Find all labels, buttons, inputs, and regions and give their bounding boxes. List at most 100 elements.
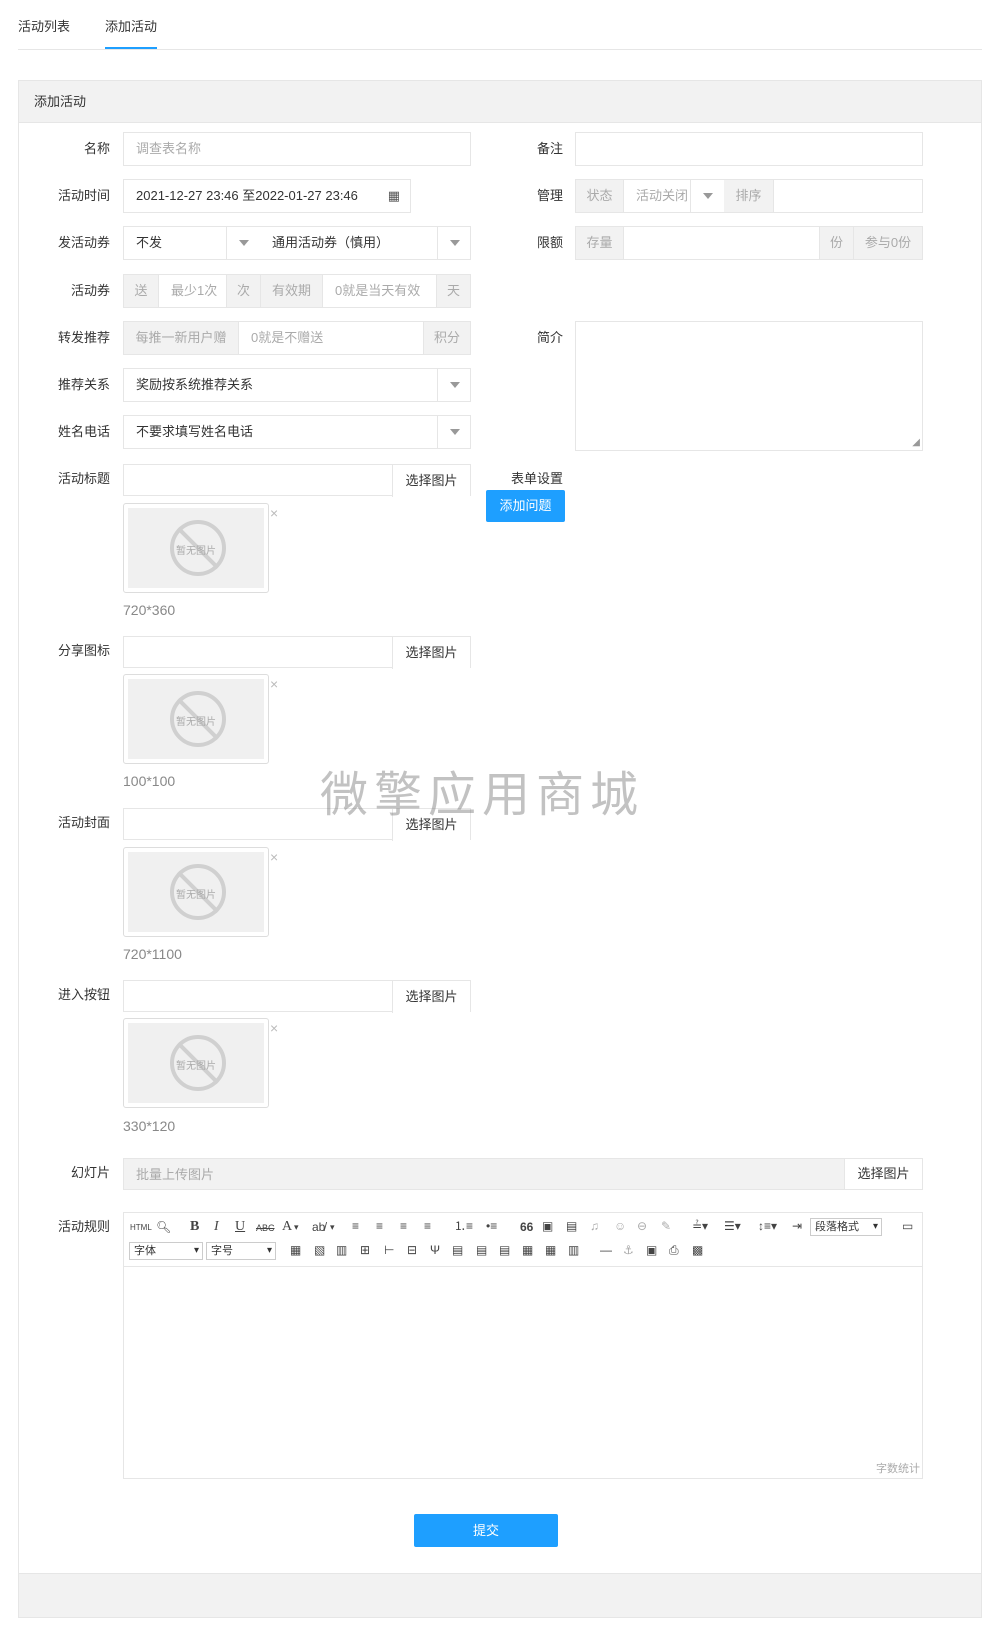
slides-input[interactable]: 批量上传图片 选择图片 (123, 1158, 923, 1190)
name-input[interactable]: 调查表名称 (123, 132, 471, 166)
italic-button[interactable]: I (214, 1218, 219, 1236)
date-icon[interactable]: ▣ (646, 1241, 657, 1259)
fullscreen-icon[interactable]: ▭ (902, 1217, 913, 1235)
time-range-input[interactable]: 2021-12-27 23:46 至2022-01-27 23:46 ▦ (123, 179, 411, 213)
coupon-min-input[interactable]: 最少1次 (159, 275, 227, 307)
submit-button[interactable]: 提交 (414, 1514, 558, 1547)
enter-button-input[interactable]: 选择图片 (123, 980, 471, 1013)
table-title-icon[interactable]: ▥ (336, 1241, 347, 1259)
search-icon[interactable]: 🔍︎ (156, 1218, 171, 1236)
label-send-coupon: 发活动券 (57, 235, 110, 250)
enter-button-pick-button[interactable]: 选择图片 (392, 981, 470, 1013)
close-icon[interactable]: × (270, 505, 278, 521)
insert-row-icon[interactable]: ⊞ (360, 1241, 370, 1259)
share-icon-pick-button[interactable]: 选择图片 (392, 637, 470, 669)
paragraph-spacing-icon[interactable]: ☰▾ (724, 1217, 741, 1235)
share-icon-input[interactable]: 选择图片 (123, 636, 471, 669)
share-icon-size: 100*100 (123, 773, 176, 789)
limit-joined-addon: 参与0份 (854, 227, 922, 259)
tab-activity-list[interactable]: 活动列表 (18, 16, 70, 35)
font-size-select[interactable]: 字号 (206, 1242, 276, 1260)
close-icon[interactable]: × (270, 676, 278, 692)
quote-icon[interactable]: 66 (520, 1218, 533, 1236)
font-color-button[interactable]: A (282, 1218, 292, 1236)
highlight-icon[interactable]: ab̸ (312, 1218, 325, 1236)
editor-toolbar: HTML 🔍︎ B I U ABC A ▾ ab̸ ▾ ≡ ≡ ≡ ≡ ⒈≡ •… (124, 1213, 922, 1267)
row-spacing-icon[interactable]: ≟▾ (692, 1217, 708, 1235)
relation-select[interactable]: 奖励按系统推荐关系 (123, 368, 471, 402)
no-image-text: 暂无图片 (176, 546, 216, 557)
intro-textarea[interactable]: ◢ (575, 321, 923, 451)
label-relation: 推荐关系 (57, 377, 110, 392)
horizontal-rule-icon[interactable]: — (600, 1241, 612, 1259)
tab-add-activity[interactable]: 添加活动 (105, 16, 158, 49)
ordered-list-icon[interactable]: ⒈≡ (454, 1217, 473, 1235)
html-source-button[interactable]: HTML (130, 1219, 152, 1237)
limit-stock-addon: 存量 (576, 227, 624, 259)
coupon-valid-input[interactable]: 0就是当天有效 (323, 275, 437, 307)
add-question-button[interactable]: 添加问题 (486, 490, 565, 522)
coupon-send-addon: 送 (124, 275, 159, 307)
image-icon[interactable]: ▣ (542, 1217, 553, 1235)
chevron-down-icon[interactable] (226, 227, 260, 259)
title-image-pick-button[interactable]: 选择图片 (392, 465, 470, 497)
font-family-select[interactable]: 字体 (129, 1242, 203, 1260)
merge-down-icon[interactable]: ▤ (499, 1241, 510, 1259)
split-rows-icon[interactable]: ▦ (522, 1241, 533, 1259)
split-cells-icon[interactable]: ▥ (568, 1241, 579, 1259)
eraser-icon[interactable]: ✎ (661, 1217, 671, 1235)
chevron-down-icon[interactable] (690, 180, 724, 212)
share-points-input[interactable]: 0就是不赠送 (239, 322, 424, 354)
align-right-icon[interactable]: ≡ (400, 1217, 407, 1235)
label-intro: 简介 (536, 330, 563, 345)
insert-col-icon[interactable]: ⊢ (384, 1241, 394, 1259)
chevron-down-icon[interactable] (437, 227, 471, 259)
anchor-icon[interactable]: ⚓︎ (623, 1241, 634, 1259)
manage-sort-input[interactable] (774, 180, 922, 212)
table-props-icon[interactable]: ▧ (314, 1241, 325, 1259)
remark-input[interactable] (575, 132, 923, 166)
resize-handle-icon[interactable]: ◢ (912, 438, 920, 448)
video-icon[interactable]: ▤ (566, 1217, 577, 1235)
print-icon[interactable]: ⎙ (669, 1241, 679, 1259)
close-icon[interactable]: × (270, 1020, 278, 1036)
unordered-list-icon[interactable]: •≡ (486, 1217, 497, 1235)
table-icon[interactable]: ▦ (290, 1241, 301, 1259)
rules-editor-body[interactable] (124, 1267, 922, 1458)
music-icon[interactable]: ♫ (590, 1217, 599, 1235)
underline-button[interactable]: U (235, 1218, 245, 1236)
label-time: 活动时间 (57, 188, 110, 203)
slides-pick-button[interactable]: 选择图片 (844, 1159, 922, 1189)
label-limit: 限额 (536, 235, 563, 250)
coupon-type-select[interactable]: 通用活动券（慎用） (260, 227, 438, 259)
enter-button-size: 330*120 (123, 1118, 176, 1134)
paste-icon[interactable]: ▩ (692, 1241, 703, 1259)
coupon-valid-addon: 有效期 (261, 275, 323, 307)
chevron-down-icon[interactable]: ▾ (294, 1218, 299, 1236)
contact-select[interactable]: 不要求填写姓名电话 (123, 415, 471, 449)
chevron-down-icon[interactable]: ▾ (330, 1218, 335, 1236)
emoji-icon[interactable]: ☺ (614, 1217, 626, 1235)
manage-status-select[interactable]: 活动关闭 (624, 180, 690, 212)
send-coupon-select[interactable]: 不发 (124, 227, 226, 259)
delete-row-icon[interactable]: ⊟ (407, 1241, 417, 1259)
title-image-input[interactable]: 选择图片 (123, 464, 471, 497)
label-share-icon: 分享图标 (57, 643, 110, 658)
split-cols-icon[interactable]: ▦ (545, 1241, 556, 1259)
merge-cells-icon[interactable]: ▤ (452, 1241, 463, 1259)
limit-stock-input[interactable] (624, 227, 820, 259)
align-center-icon[interactable]: ≡ (376, 1217, 383, 1235)
align-left-icon[interactable]: ≡ (352, 1217, 359, 1235)
bold-button[interactable]: B (190, 1218, 199, 1236)
no-image-text: 暂无图片 (176, 1061, 216, 1072)
strikethrough-button[interactable]: ABC (256, 1219, 275, 1237)
link-icon[interactable]: ⊖ (637, 1217, 647, 1235)
indent-icon[interactable]: ⇥ (792, 1217, 802, 1235)
paragraph-format-select[interactable]: 段落格式 (810, 1218, 882, 1236)
line-height-icon[interactable]: ↕≡▾ (758, 1217, 777, 1235)
split-icon[interactable]: Ψ (430, 1241, 440, 1259)
align-justify-icon[interactable]: ≡ (424, 1217, 431, 1235)
calendar-icon: ▦ (387, 188, 400, 203)
merge-right-icon[interactable]: ▤ (476, 1241, 487, 1259)
close-icon[interactable]: × (270, 849, 278, 865)
